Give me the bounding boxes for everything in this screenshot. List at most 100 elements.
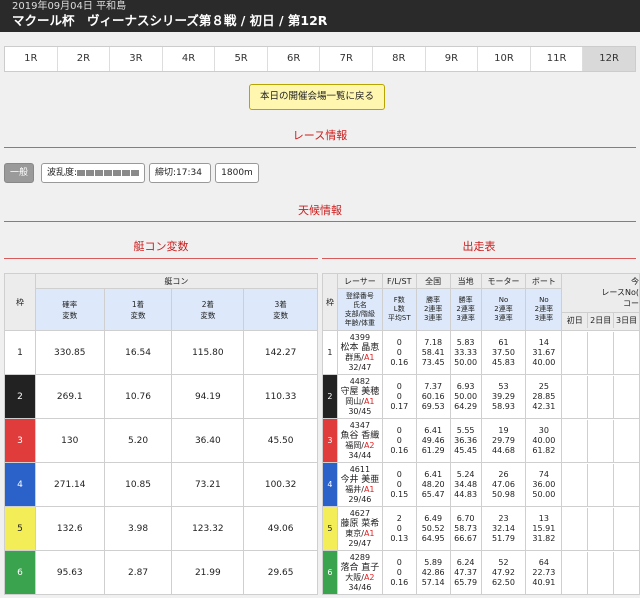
racer-cell[interactable]: 4347 魚谷 香織 福岡/A2 34/44	[336, 418, 383, 463]
racer-name[interactable]: 藤原 菜希	[338, 519, 382, 529]
racer-branch-name: 東京/	[345, 528, 364, 538]
stat-value: 5.83	[456, 337, 475, 347]
col-subheader: F数 L数 平均ST	[381, 288, 417, 331]
value-cell: 36.40	[171, 418, 245, 463]
tab-10r[interactable]: 10R	[478, 47, 531, 71]
mot-cell: 61 37.50 45.83	[480, 330, 527, 375]
racer-name[interactable]: 松本 晶恵	[338, 343, 382, 353]
table-row: 3 130 5.20 36.40 45.50	[4, 418, 318, 463]
stat-value: 36.36	[454, 435, 478, 445]
stat-value: 29.79	[492, 435, 515, 445]
racer-class: A1	[363, 528, 375, 538]
stat-value: 44.68	[492, 445, 515, 455]
racer-age-weight: 32/47	[348, 362, 372, 372]
col-subheader: No 2連率 3連率	[525, 288, 563, 331]
col-header: 確率 変数	[34, 288, 105, 331]
stat-value: 0	[396, 425, 402, 435]
value-cell: 115.80	[171, 330, 245, 375]
value-cell: 271.14	[34, 462, 105, 507]
col-header: レーサー	[336, 273, 383, 289]
stat-value: 74	[538, 469, 549, 479]
stat-value: 47.92	[492, 567, 515, 577]
racer-age-weight: 30/45	[348, 406, 372, 416]
mot-cell: 23 32.14 51.79	[480, 506, 527, 551]
racer-age-weight: 29/46	[348, 494, 372, 504]
racer-name[interactable]: 守屋 美穂	[338, 387, 382, 397]
stat-value: 6.70	[456, 513, 475, 523]
stat-value: 32.14	[492, 523, 515, 533]
stat-value: 62.50	[492, 577, 515, 587]
stat-value: 2	[396, 513, 402, 523]
stat-value: 50.00	[454, 357, 478, 367]
tab-3r[interactable]: 3R	[110, 47, 163, 71]
stat-value: 5.24	[456, 469, 475, 479]
tab-4r[interactable]: 4R	[163, 47, 216, 71]
tab-6r[interactable]: 6R	[268, 47, 321, 71]
recent-races-cell	[561, 330, 640, 375]
stat-value: 30	[538, 425, 549, 435]
stat-value: 42.86	[421, 567, 445, 577]
stat-value: 40.91	[532, 577, 556, 587]
weather-heading: 天候情報	[298, 204, 342, 217]
racer-cell[interactable]: 4611 今井 美亜 福井/A1 29/46	[336, 462, 383, 507]
stat-value: 0	[396, 391, 402, 401]
stat-value: 69.53	[421, 401, 445, 411]
table-row: 2 269.1 10.76 94.19 110.33	[4, 374, 318, 419]
stat-value: 0.13	[390, 533, 409, 543]
stat-value: 0	[396, 337, 402, 347]
racer-name[interactable]: 今井 美亜	[338, 475, 382, 485]
stat-value: 13	[538, 513, 549, 523]
racer-reg-no: 4289	[349, 552, 371, 562]
value-cell: 95.63	[34, 550, 105, 595]
racer-cell[interactable]: 4289 落合 直子 大阪/A2 34/46	[336, 550, 383, 595]
racer-name[interactable]: 落合 直子	[338, 563, 382, 573]
day-header: 初日	[563, 313, 589, 328]
col-subheader: No 2連率 3連率	[480, 288, 527, 331]
stat-value: 45.45	[454, 445, 478, 455]
racer-class: A1	[363, 396, 375, 406]
racer-cell[interactable]: 4399 松本 晶恵 群馬/A1 32/47	[336, 330, 383, 375]
racer-cell[interactable]: 4627 藤原 菜希 東京/A1 29/47	[336, 506, 383, 551]
racer-cell[interactable]: 4482 守屋 美穂 岡山/A1 30/45	[336, 374, 383, 419]
racer-name[interactable]: 魚谷 香織	[338, 431, 382, 441]
tab-5r[interactable]: 5R	[215, 47, 268, 71]
value-cell: 94.19	[171, 374, 245, 419]
day-headers: 初日 2日目 3日目	[562, 312, 639, 328]
recent-races-cell	[561, 374, 640, 419]
recent-races-cell	[561, 550, 640, 595]
stat-value: 23	[498, 513, 509, 523]
col-header: モーター	[480, 273, 527, 289]
stat-value: 31.67	[532, 347, 556, 357]
boat-cell: 30 40.00 61.82	[525, 418, 563, 463]
back-to-venues-button[interactable]: 本日の開催会場一覧に戻る	[249, 84, 385, 110]
fl-cell: 0 0 0.16	[381, 550, 417, 595]
race-info-heading: レース情報	[292, 129, 348, 142]
racer-class: A1	[363, 352, 375, 362]
nat-cell: 6.49 50.52 64.95	[415, 506, 451, 551]
table-row: 4 4611 今井 美亜 福井/A1 29/46 0 0 0.15 6.41 48.20 65.47…	[322, 462, 640, 507]
wave-meter	[77, 169, 140, 176]
tab-12r[interactable]: 12R	[583, 47, 635, 71]
tab-2r[interactable]: 2R	[58, 47, 111, 71]
stat-value: 64.29	[454, 401, 478, 411]
value-cell: 100.32	[243, 462, 318, 507]
value-cell: 29.65	[243, 550, 318, 595]
stat-value: 25	[538, 381, 549, 391]
mot-cell: 26 47.06 50.98	[480, 462, 527, 507]
stat-value: 60.16	[421, 391, 445, 401]
col-waku: 枠	[4, 273, 36, 331]
tab-9r[interactable]: 9R	[426, 47, 479, 71]
stat-value: 22.73	[532, 567, 556, 577]
tab-11r[interactable]: 11R	[531, 47, 584, 71]
day-header: 2日目	[588, 313, 615, 328]
tab-8r[interactable]: 8R	[373, 47, 426, 71]
stat-value: 47.06	[492, 479, 515, 489]
wave-label: 波乱度:	[47, 168, 78, 178]
group-header: 艇コン	[34, 273, 319, 289]
stat-value: 6.49	[424, 513, 443, 523]
tab-1r[interactable]: 1R	[5, 47, 58, 71]
stat-value: 31.82	[532, 533, 556, 543]
racer-branch-name: 福井/	[345, 484, 364, 494]
tab-7r[interactable]: 7R	[320, 47, 374, 71]
col-recent-races: 今レースNo(コー 初日 2日目 3日目	[561, 273, 640, 331]
